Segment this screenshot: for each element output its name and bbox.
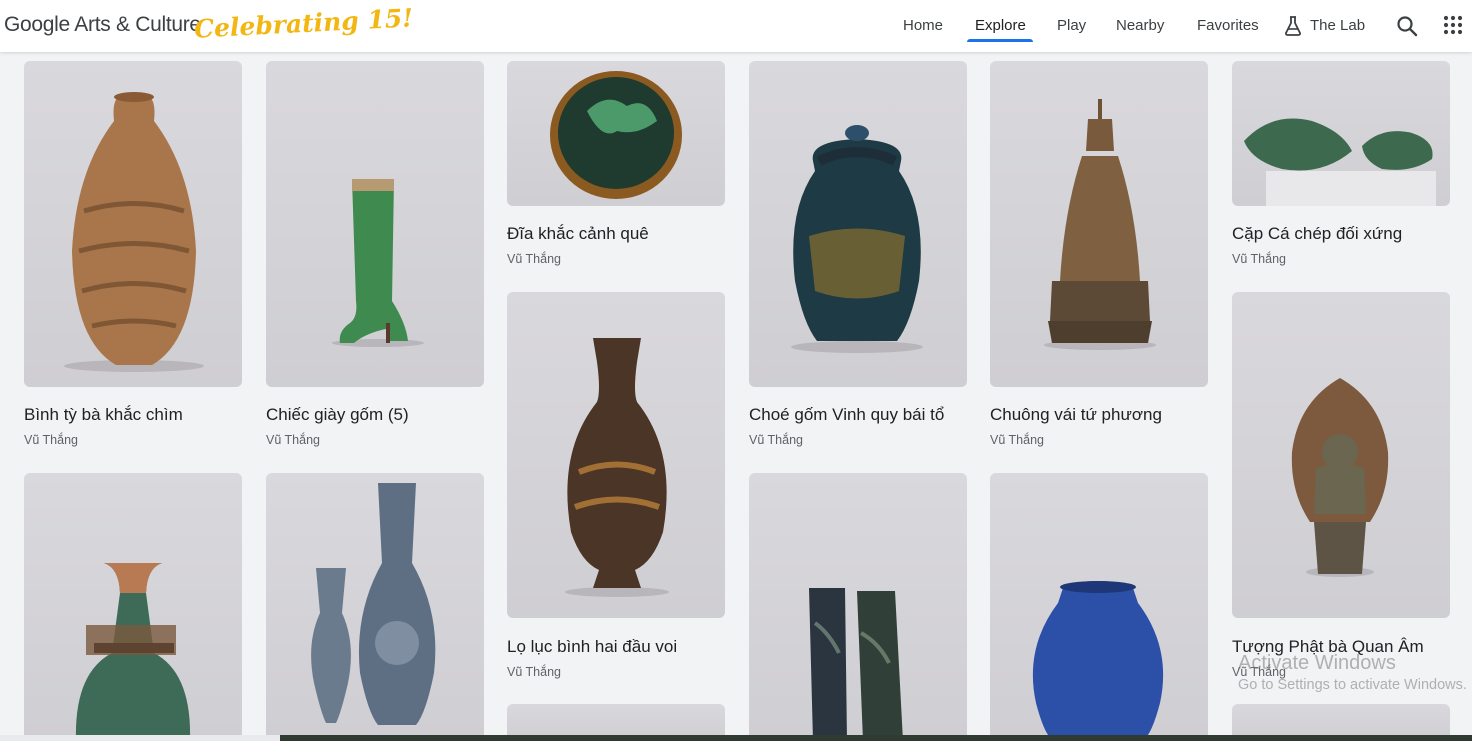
nav-explore[interactable]: Explore bbox=[975, 0, 1026, 52]
artwork-author[interactable]: Vũ Thắng bbox=[749, 433, 803, 447]
artwork-image[interactable] bbox=[507, 61, 725, 206]
artwork-image[interactable] bbox=[990, 473, 1208, 741]
artwork-image[interactable] bbox=[1232, 292, 1450, 618]
activation-watermark: Activate Windows Go to Settings to activ… bbox=[1238, 652, 1467, 693]
watermark-title: Activate Windows bbox=[1238, 652, 1396, 674]
nav-favorites[interactable]: Favorites bbox=[1197, 0, 1259, 52]
scrollbar-thumb[interactable] bbox=[280, 735, 1472, 741]
artwork-author[interactable]: Vũ Thắng bbox=[507, 665, 561, 679]
artwork-image[interactable] bbox=[24, 61, 242, 387]
flask-icon[interactable] bbox=[1284, 16, 1302, 36]
artwork-author[interactable]: Vũ Thắng bbox=[266, 433, 320, 447]
nav-the-lab[interactable]: The Lab bbox=[1310, 0, 1365, 52]
artwork-image[interactable] bbox=[24, 473, 242, 741]
nav-active-indicator bbox=[967, 39, 1033, 42]
artwork-title[interactable]: Lọ lục bình hai đầu voi bbox=[507, 637, 677, 657]
watermark-subtitle: Go to Settings to activate Windows. bbox=[1238, 677, 1467, 693]
artwork-image[interactable] bbox=[266, 473, 484, 741]
artwork-title[interactable]: Chiếc giày gốm (5) bbox=[266, 405, 409, 425]
artwork-author[interactable]: Vũ Thắng bbox=[507, 252, 561, 266]
artwork-image[interactable] bbox=[266, 61, 484, 387]
site-logo[interactable]: Google Arts & Culture bbox=[4, 13, 201, 37]
artwork-image[interactable] bbox=[749, 61, 967, 387]
artwork-title[interactable]: Chuông vái tứ phương bbox=[990, 405, 1162, 425]
artwork-image[interactable] bbox=[990, 61, 1208, 387]
artwork-title[interactable]: Choé gốm Vinh quy bái tổ bbox=[749, 405, 944, 425]
artwork-title[interactable]: Đĩa khắc cảnh quê bbox=[507, 224, 649, 244]
artwork-author[interactable]: Vũ Thắng bbox=[24, 433, 78, 447]
nav-home[interactable]: Home bbox=[903, 0, 943, 52]
artwork-title[interactable]: Bình tỳ bà khắc chìm bbox=[24, 405, 183, 425]
celebrating-badge[interactable]: Celebrating 15! bbox=[193, 3, 413, 43]
artwork-author[interactable]: Vũ Thắng bbox=[990, 433, 1044, 447]
nav-play[interactable]: Play bbox=[1057, 0, 1086, 52]
horizontal-scrollbar[interactable] bbox=[0, 735, 1472, 741]
top-bar: Google Arts & Culture Celebrating 15! Ho… bbox=[0, 0, 1472, 52]
artwork-image[interactable] bbox=[1232, 61, 1450, 206]
apps-grid-icon[interactable] bbox=[1443, 15, 1463, 35]
artwork-author[interactable]: Vũ Thắng bbox=[1232, 252, 1286, 266]
artwork-title[interactable]: Cặp Cá chép đối xứng bbox=[1232, 224, 1402, 244]
artwork-image[interactable] bbox=[507, 292, 725, 618]
search-icon[interactable] bbox=[1396, 15, 1418, 37]
nav-nearby[interactable]: Nearby bbox=[1116, 0, 1164, 52]
artwork-image[interactable] bbox=[749, 473, 967, 741]
